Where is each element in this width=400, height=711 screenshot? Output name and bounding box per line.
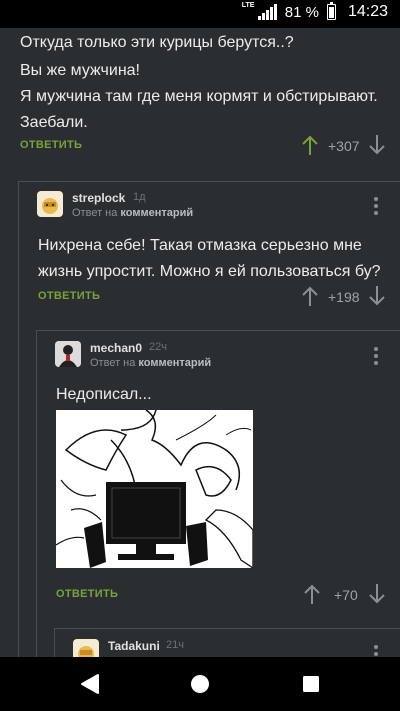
- comment-line: Вы же мужчина!: [20, 62, 140, 79]
- comment-image[interactable]: [56, 410, 253, 568]
- battery-icon: [326, 1, 336, 20]
- comment-time: 1д: [133, 191, 146, 203]
- recents-icon[interactable]: [302, 675, 320, 693]
- reply-to-link[interactable]: комментарий: [138, 357, 211, 369]
- signal-icon: LTE: [242, 2, 277, 20]
- avatar[interactable]: [55, 341, 81, 367]
- reply-to-label: Ответ на комментарий: [72, 207, 194, 219]
- network-type: LTE: [241, 2, 255, 9]
- comment-time: 21ч: [166, 639, 184, 651]
- comment-line: жизнь упростит. Можно я ей пользоваться …: [38, 263, 381, 280]
- more-options-icon[interactable]: [374, 645, 378, 657]
- comment-actions: ОТВЕТИТЬ +198: [0, 283, 400, 311]
- comment-text: Недописал...: [56, 382, 152, 407]
- clock: 14:23: [347, 3, 388, 20]
- back-icon[interactable]: [79, 673, 101, 695]
- comment-line: Недописал...: [56, 386, 152, 403]
- comment-time: 22ч: [149, 341, 167, 353]
- upvote-icon[interactable]: [301, 285, 319, 307]
- more-options-icon[interactable]: [374, 197, 378, 218]
- comment-line: Откуда только эти курицы берутся..?: [20, 34, 294, 51]
- reply-button[interactable]: ОТВЕТИТЬ: [38, 290, 100, 302]
- more-options-icon[interactable]: [374, 347, 378, 368]
- reply-to-link[interactable]: комментарий: [120, 207, 193, 219]
- comment-text: Нихрена себе! Такая отмазка серьезно мне…: [38, 233, 393, 285]
- username[interactable]: Tadakuni: [108, 639, 160, 653]
- avatar[interactable]: [37, 191, 63, 217]
- score: +70: [334, 587, 358, 603]
- comment-actions: ОТВЕТИТЬ +307: [0, 132, 400, 160]
- comment-line: Я мужчина там где меня кормят и обстирыв…: [20, 88, 378, 105]
- status-bar: LTE 81 % 14:23: [0, 0, 400, 28]
- navigation-bar: [0, 657, 400, 711]
- reply-to-label: Ответ на комментарий: [90, 357, 212, 369]
- upvote-icon[interactable]: [303, 583, 321, 605]
- thread-divider: [36, 330, 400, 331]
- reply-button[interactable]: ОТВЕТИТЬ: [56, 588, 118, 600]
- score: +198: [328, 289, 360, 305]
- thread-line: [54, 628, 55, 657]
- upvote-icon[interactable]: [301, 134, 319, 156]
- score: +307: [328, 138, 360, 154]
- battery-percent: 81 %: [284, 3, 319, 21]
- downvote-icon[interactable]: [368, 285, 386, 307]
- downvote-icon[interactable]: [368, 583, 386, 605]
- comment-line: Нихрена себе! Такая отмазка серьезно мне: [38, 237, 362, 254]
- thread-divider: [54, 628, 400, 629]
- username[interactable]: streplock: [72, 191, 125, 205]
- reply-button[interactable]: ОТВЕТИТЬ: [20, 139, 82, 151]
- comment-actions: ОТВЕТИТЬ +70: [0, 581, 400, 609]
- username[interactable]: mechan0: [90, 341, 142, 355]
- downvote-icon[interactable]: [368, 134, 386, 156]
- thread-divider: [18, 181, 400, 182]
- home-icon[interactable]: [190, 674, 210, 694]
- avatar[interactable]: [73, 639, 99, 657]
- comment-text: Откуда только эти курицы берутся..? Вы ж…: [20, 30, 390, 135]
- comments-thread: Откуда только эти курицы берутся..? Вы ж…: [0, 28, 400, 657]
